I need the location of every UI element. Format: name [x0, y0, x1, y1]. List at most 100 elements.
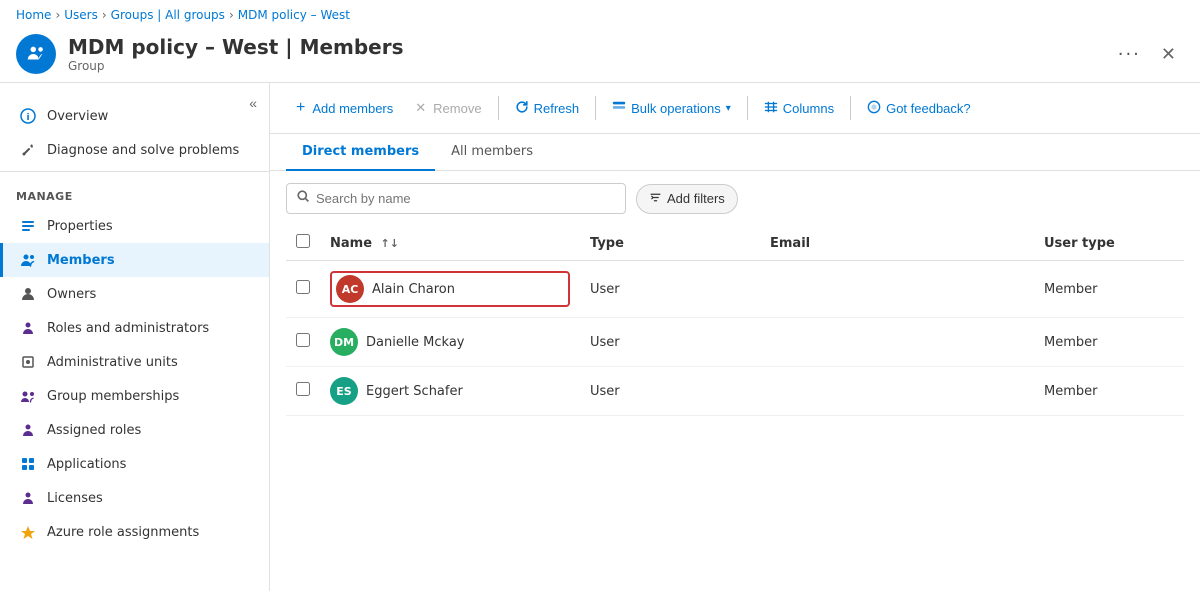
- search-input-container: [286, 183, 626, 214]
- sidebar-label-diagnose: Diagnose and solve problems: [47, 143, 239, 158]
- table-row: AC Alain Charon UserMember: [286, 261, 1184, 318]
- row-checkbox-0[interactable]: [296, 280, 310, 294]
- applications-icon: [19, 455, 37, 473]
- main-layout: « i Overview Diagnose and solve pro: [0, 83, 1200, 591]
- sidebar-item-azure-role[interactable]: Azure role assignments: [0, 515, 269, 549]
- bulk-operations-button[interactable]: Bulk operations ▾: [602, 94, 741, 123]
- select-all-checkbox[interactable]: [296, 234, 310, 248]
- admin-units-icon: [19, 353, 37, 371]
- owners-icon: [19, 285, 37, 303]
- search-icon: [297, 190, 310, 207]
- table-row: DM Danielle Mckay User Member: [286, 318, 1184, 367]
- sort-icon[interactable]: ↑↓: [381, 237, 399, 250]
- sidebar-label-roles-admins: Roles and administrators: [47, 321, 209, 336]
- tab-all-members[interactable]: All members: [435, 134, 549, 171]
- toolbar-separator-1: [498, 96, 499, 120]
- sidebar-manage-section: Manage: [0, 176, 269, 209]
- group-icon: [16, 34, 56, 74]
- remove-label: Remove: [433, 101, 481, 116]
- sidebar: « i Overview Diagnose and solve pro: [0, 83, 270, 591]
- roles-icon: [19, 319, 37, 337]
- sidebar-item-roles-admins[interactable]: Roles and administrators: [0, 311, 269, 345]
- add-filters-label: Add filters: [667, 191, 725, 206]
- more-options-button[interactable]: ···: [1118, 44, 1141, 65]
- licenses-icon: [19, 489, 37, 507]
- sidebar-label-properties: Properties: [47, 219, 113, 234]
- header-checkbox-cell: [286, 226, 320, 261]
- refresh-icon: [515, 100, 529, 117]
- feedback-icon: [867, 100, 881, 117]
- members-table: Name ↑↓ Type Email User type AC Alain Ch…: [286, 226, 1184, 416]
- header-type: Type: [580, 226, 760, 261]
- sidebar-item-licenses[interactable]: Licenses: [0, 481, 269, 515]
- bulk-operations-label: Bulk operations: [631, 101, 721, 116]
- svg-text:i: i: [26, 113, 29, 123]
- sidebar-collapse-button[interactable]: «: [245, 91, 261, 115]
- row-checkbox-1[interactable]: [296, 333, 310, 347]
- page-subtitle: Group: [68, 59, 1098, 73]
- sidebar-item-admin-units[interactable]: Administrative units: [0, 345, 269, 379]
- breadcrumb-current[interactable]: MDM policy – West: [238, 8, 350, 22]
- sidebar-item-assigned-roles[interactable]: Assigned roles: [0, 413, 269, 447]
- name-cell[interactable]: ES Eggert Schafer: [330, 377, 570, 405]
- sidebar-item-applications[interactable]: Applications: [0, 447, 269, 481]
- feedback-button[interactable]: Got feedback?: [857, 94, 981, 123]
- search-input[interactable]: [316, 191, 615, 206]
- table-header-row: Name ↑↓ Type Email User type: [286, 226, 1184, 261]
- sidebar-item-members[interactable]: Members: [0, 243, 269, 277]
- breadcrumb-home[interactable]: Home: [16, 8, 51, 22]
- wrench-icon: [19, 141, 37, 159]
- sidebar-label-group-memberships: Group memberships: [47, 389, 179, 404]
- add-members-button[interactable]: + Add members: [286, 93, 403, 123]
- add-icon: +: [296, 99, 305, 117]
- row-checkbox-2[interactable]: [296, 382, 310, 396]
- azure-role-icon: [19, 523, 37, 541]
- sidebar-item-owners[interactable]: Owners: [0, 277, 269, 311]
- columns-label: Columns: [783, 101, 834, 116]
- sidebar-label-applications: Applications: [47, 457, 126, 472]
- toolbar: + Add members ✕ Remove Refresh: [270, 83, 1200, 134]
- tab-direct-members[interactable]: Direct members: [286, 134, 435, 171]
- remove-button[interactable]: ✕ Remove: [405, 94, 491, 122]
- member-email: [760, 318, 1034, 367]
- member-type: User: [580, 367, 760, 416]
- sidebar-item-group-memberships[interactable]: Group memberships: [0, 379, 269, 413]
- bulk-chevron-icon: ▾: [726, 103, 731, 114]
- header-user-type: User type: [1034, 226, 1184, 261]
- name-cell[interactable]: AC Alain Charon: [330, 271, 570, 307]
- columns-icon: [764, 100, 778, 117]
- member-email: [760, 261, 1034, 318]
- feedback-label: Got feedback?: [886, 101, 971, 116]
- filter-icon: [649, 191, 662, 207]
- columns-button[interactable]: Columns: [754, 94, 844, 123]
- close-button[interactable]: ✕: [1153, 40, 1184, 69]
- sidebar-item-diagnose[interactable]: Diagnose and solve problems: [0, 133, 269, 167]
- member-user-type: Member: [1034, 318, 1184, 367]
- avatar: DM: [330, 328, 358, 356]
- avatar: ES: [330, 377, 358, 405]
- refresh-button[interactable]: Refresh: [505, 94, 590, 123]
- member-name: Alain Charon: [372, 282, 455, 297]
- table-row: ES Eggert Schafer User Member: [286, 367, 1184, 416]
- add-filters-button[interactable]: Add filters: [636, 184, 738, 214]
- sidebar-label-azure-role: Azure role assignments: [47, 525, 199, 540]
- sidebar-item-overview[interactable]: i Overview: [0, 99, 269, 133]
- member-user-type: Member: [1034, 367, 1184, 416]
- sidebar-label-assigned-roles: Assigned roles: [47, 423, 141, 438]
- breadcrumb-all-groups[interactable]: Groups | All groups: [111, 8, 225, 22]
- sidebar-label-overview: Overview: [47, 109, 108, 124]
- breadcrumb-users[interactable]: Users: [64, 8, 98, 22]
- member-user-type: Member: [1034, 261, 1184, 318]
- content-area: + Add members ✕ Remove Refresh: [270, 83, 1200, 591]
- toolbar-separator-3: [747, 96, 748, 120]
- name-cell[interactable]: DM Danielle Mckay: [330, 328, 570, 356]
- sidebar-divider-manage: [0, 171, 269, 172]
- sidebar-item-properties[interactable]: Properties: [0, 209, 269, 243]
- member-name: Eggert Schafer: [366, 384, 463, 399]
- bulk-icon: [612, 100, 626, 117]
- header-email: Email: [760, 226, 1034, 261]
- group-memberships-icon: [19, 387, 37, 405]
- toolbar-separator-2: [595, 96, 596, 120]
- member-type: User: [580, 318, 760, 367]
- header-name: Name ↑↓: [320, 226, 580, 261]
